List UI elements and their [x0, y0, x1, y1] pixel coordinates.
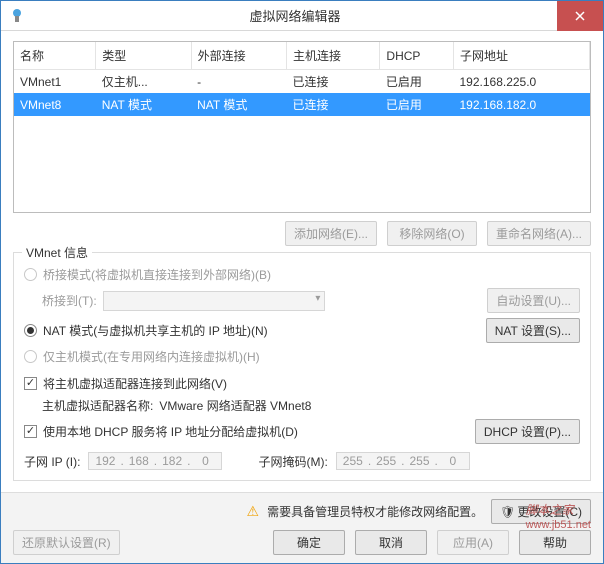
bridged-label: 桥接模式(将虚拟机直接连接到外部网络)(B) [43, 266, 271, 283]
nat-label: NAT 模式(与虚拟机共享主机的 IP 地址)(N) [43, 322, 268, 339]
vmnet-info-group: VMnet 信息 桥接模式(将虚拟机直接连接到外部网络)(B) 桥接到(T): … [13, 252, 591, 481]
nat-radio[interactable] [24, 324, 37, 337]
bridged-to-label: 桥接到(T): [42, 292, 97, 309]
column-header[interactable]: DHCP [380, 42, 454, 70]
use-dhcp-label: 使用本地 DHCP 服务将 IP 地址分配给虚拟机(D) [43, 423, 298, 440]
table-cell: VMnet8 [14, 93, 96, 116]
ok-button[interactable]: 确定 [273, 530, 345, 555]
auto-settings-button[interactable]: 自动设置(U)... [487, 288, 580, 313]
hostonly-label: 仅主机模式(在专用网络内连接虚拟机)(H) [43, 348, 260, 365]
column-header[interactable]: 外部连接 [191, 42, 286, 70]
warning-text: 需要具备管理员特权才能修改网络配置。 [267, 503, 483, 520]
rename-network-button[interactable]: 重命名网络(A)... [487, 221, 591, 246]
table-cell: 已启用 [380, 70, 454, 94]
column-header[interactable]: 子网地址 [453, 42, 589, 70]
close-button[interactable] [557, 1, 603, 31]
dhcp-settings-button[interactable]: DHCP 设置(P)... [475, 419, 580, 444]
subnet-ip-label: 子网 IP (I): [24, 453, 80, 470]
table-cell: 已连接 [286, 70, 379, 94]
group-title: VMnet 信息 [22, 244, 92, 261]
subnet-mask-field[interactable]: 255.255.255.0 [336, 452, 470, 470]
adapter-name-value: VMware 网络适配器 VMnet8 [159, 397, 311, 414]
hostonly-radio[interactable] [24, 350, 37, 363]
shield-icon [500, 505, 517, 519]
table-row[interactable]: VMnet1仅主机...-已连接已启用192.168.225.0 [14, 70, 590, 94]
table-cell: 已连接 [286, 93, 379, 116]
title-bar: 虚拟网络编辑器 [1, 1, 603, 31]
subnet-mask-label: 子网掩码(M): [258, 453, 327, 470]
connect-host-label: 将主机虚拟适配器连接到此网络(V) [43, 375, 227, 392]
column-header[interactable]: 类型 [96, 42, 191, 70]
bridged-radio[interactable] [24, 268, 37, 281]
table-cell: 仅主机... [96, 70, 191, 94]
footer: 需要具备管理员特权才能修改网络配置。 更改设置(C) 还原默认设置(R) 确定 … [1, 492, 603, 563]
column-header[interactable]: 主机连接 [286, 42, 379, 70]
table-cell: - [191, 70, 286, 94]
help-button[interactable]: 帮助 [519, 530, 591, 555]
networks-table[interactable]: 名称类型外部连接主机连接DHCP子网地址 VMnet1仅主机...-已连接已启用… [13, 41, 591, 213]
add-network-button[interactable]: 添加网络(E)... [285, 221, 377, 246]
cancel-button[interactable]: 取消 [355, 530, 427, 555]
warning-icon [247, 503, 260, 520]
table-cell: 192.168.225.0 [453, 70, 589, 94]
table-cell: NAT 模式 [191, 93, 286, 116]
use-dhcp-checkbox[interactable] [24, 425, 37, 438]
column-header[interactable]: 名称 [14, 42, 96, 70]
apply-button[interactable]: 应用(A) [437, 530, 509, 555]
table-row[interactable]: VMnet8NAT 模式NAT 模式已连接已启用192.168.182.0 [14, 93, 590, 116]
connect-host-checkbox[interactable] [24, 377, 37, 390]
table-cell: VMnet1 [14, 70, 96, 94]
remove-network-button[interactable]: 移除网络(O) [387, 221, 477, 246]
restore-defaults-button[interactable]: 还原默认设置(R) [13, 530, 120, 555]
subnet-ip-field[interactable]: 192.168.182.0 [88, 452, 222, 470]
adapter-name-label: 主机虚拟适配器名称: [42, 397, 153, 414]
bridged-to-select[interactable] [103, 291, 326, 311]
table-cell: NAT 模式 [96, 93, 191, 116]
table-cell: 已启用 [380, 93, 454, 116]
app-icon [7, 6, 27, 26]
nat-settings-button[interactable]: NAT 设置(S)... [486, 318, 580, 343]
table-toolbar: 添加网络(E)... 移除网络(O) 重命名网络(A)... [13, 221, 591, 246]
table-cell: 192.168.182.0 [453, 93, 589, 116]
window-title: 虚拟网络编辑器 [33, 6, 557, 25]
watermark: 脚本之家 www.jb51.net [526, 498, 591, 531]
